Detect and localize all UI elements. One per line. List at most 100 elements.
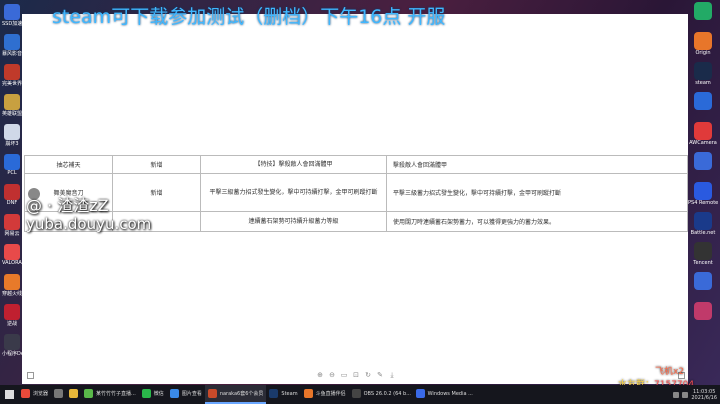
clock[interactable]: 11:03:05 2021/6/16	[691, 389, 717, 401]
table-cell: 擊殺敵人會回滿體甲	[386, 155, 688, 174]
app-icon	[169, 389, 179, 398]
taskbar-app-label: naraka6套6个会员	[219, 391, 264, 397]
table-row: 抽芯補天 新增 【特技】擊殺敵人會回滿體甲 擊殺敵人會回滿體甲	[24, 155, 688, 174]
shortcut-label: Origin	[695, 50, 711, 56]
shortcut-label: 暴风影音	[2, 51, 22, 57]
app-icon	[694, 62, 712, 80]
taskbar-app-button[interactable]: Steam	[266, 385, 300, 404]
fit-icon[interactable]: ▭	[340, 371, 348, 379]
taskbar-app-label: 斗鱼直播伴侣	[315, 391, 346, 397]
taskbar-app-button[interactable]: 微信	[139, 385, 167, 404]
app-icon	[269, 389, 279, 398]
sidebar-toggle-icon[interactable]	[27, 372, 34, 379]
taskbar-app-label: 图片查看	[181, 391, 202, 397]
table-cell: 新增	[112, 173, 201, 212]
taskbar-app-button[interactable]: naraka6套6个会员	[204, 385, 267, 404]
app-icon	[84, 389, 94, 398]
desktop-shortcut[interactable]: 暴风影音	[2, 34, 22, 60]
shortcut-label: 网易云	[4, 231, 20, 237]
desktop-shortcut[interactable]: 小程序Demo	[2, 334, 22, 360]
shortcut-label: 完美世界	[2, 81, 22, 87]
desktop-shortcut[interactable]: SSD加速	[2, 4, 22, 30]
watermark-name: @ · 渣渣zZ	[26, 196, 109, 215]
app-icon	[4, 214, 20, 230]
shortcut-label: VALORANT	[2, 260, 22, 266]
actual-size-icon[interactable]: ⊡	[352, 371, 360, 379]
shortcut-label: SSD加速	[2, 21, 22, 27]
desktop-shortcut[interactable]: 完美世界	[2, 64, 22, 90]
app-icon	[415, 389, 425, 398]
taskbar-app-button[interactable]: 某竹竹竹子直播...	[81, 385, 139, 404]
desktop-shortcut[interactable]: steam	[688, 62, 718, 90]
network-icon[interactable]	[673, 391, 680, 398]
desktop-shortcut[interactable]: PS4 Remote	[688, 182, 718, 210]
start-button[interactable]	[0, 385, 18, 404]
shortcut-label: DNF	[6, 200, 18, 206]
taskbar-app-label: Steam	[281, 390, 298, 397]
desktop-shortcut[interactable]	[688, 152, 718, 180]
app-icon	[694, 182, 712, 200]
table-cell: 抽芯補天	[24, 155, 113, 174]
app-icon	[694, 122, 712, 140]
shortcut-label: 穿越火线	[2, 291, 22, 297]
clock-date: 2021/6/16	[691, 394, 717, 401]
table-cell: 新增	[112, 155, 201, 174]
table-cell: 平擊三級蓄力招式發生變化，擊中可持續打擊，金甲可刷蹤打斷	[386, 173, 688, 212]
windows-icon	[4, 390, 14, 399]
app-icon	[694, 2, 712, 20]
taskbar-app-label: 微信	[153, 391, 164, 397]
app-icon	[4, 304, 20, 320]
volume-icon[interactable]	[682, 391, 689, 398]
taskbar-app-button[interactable]: 图片查看	[167, 385, 205, 404]
edit-icon[interactable]: ✎	[376, 371, 384, 379]
app-icon	[54, 389, 64, 398]
taskbar-app-button[interactable]: 浏览器	[18, 385, 51, 404]
app-icon	[4, 154, 20, 170]
stream-banner-text: steam可下载参加测试（删档）下午16点 开服	[52, 6, 446, 28]
shortcut-label: Battle.net	[690, 230, 716, 236]
desktop-shortcut[interactable]: 逆战	[2, 304, 22, 330]
app-icon	[4, 94, 20, 110]
taskbar-app-button[interactable]: OBS 26.0.2 (64 b...	[349, 385, 413, 404]
desktop-shortcut[interactable]	[688, 272, 718, 300]
desktop-shortcut[interactable]: 穿越火线	[2, 274, 22, 300]
app-icon	[694, 152, 712, 170]
desktop-shortcut[interactable]: 网易云	[2, 214, 22, 240]
taskbar-app-button[interactable]: Windows Media ...	[413, 385, 476, 404]
taskbar-app-button[interactable]	[66, 385, 81, 404]
app-icon	[694, 92, 712, 110]
app-icon	[4, 244, 20, 260]
shortcut-label: 英雄联盟	[2, 111, 22, 117]
desktop-shortcut[interactable]: 英雄联盟	[2, 94, 22, 120]
desktop-shortcut[interactable]: Battle.net	[688, 212, 718, 240]
shortcut-label: steam	[695, 80, 711, 86]
desktop-shortcut[interactable]: 崩坏3	[2, 124, 22, 150]
desktop-shortcut[interactable]	[688, 92, 718, 120]
table-cell: 【特技】擊殺敵人會回滿體甲	[200, 155, 387, 174]
app-icon	[4, 34, 20, 50]
desktop-shortcut[interactable]: AWCamera	[688, 122, 718, 150]
shortcut-label: PS4 Remote	[688, 200, 718, 206]
download-icon[interactable]: ⤓	[388, 371, 396, 379]
shortcut-label: 崩坏3	[5, 141, 19, 147]
desktop-shortcut[interactable]: PCL	[2, 154, 22, 180]
app-icon	[694, 272, 712, 290]
app-icon	[4, 274, 20, 290]
desktop-shortcut[interactable]	[688, 302, 718, 330]
app-icon	[207, 389, 217, 398]
desktop-shortcut[interactable]	[688, 2, 718, 30]
taskbar-app-button[interactable]: 斗鱼直播伴侣	[301, 385, 349, 404]
taskbar-app-button[interactable]	[51, 385, 66, 404]
gift-overlay: 飞机x2	[655, 367, 685, 377]
desktop-shortcut[interactable]: Origin	[688, 32, 718, 60]
shortcut-label: 小程序Demo	[2, 351, 22, 357]
desktop-shortcut[interactable]: DNF	[2, 184, 22, 210]
zoom-in-icon[interactable]: ⊕	[316, 371, 324, 379]
desktop-shortcut[interactable]: Tencent	[688, 242, 718, 270]
table-row: 舞美魔音刀 新增 平擊三級蓄力招式發生變化，擊中可持續打擊，金甲可刷蹤打斷 平擊…	[24, 173, 688, 212]
viewer-toolbar: ⊕ ⊖ ▭ ⊡ ↻ ✎ ⤓	[316, 371, 396, 381]
desktop-shortcut[interactable]: VALORANT	[2, 244, 22, 270]
zoom-out-icon[interactable]: ⊖	[328, 371, 336, 379]
rotate-icon[interactable]: ↻	[364, 371, 372, 379]
app-icon	[4, 334, 20, 350]
